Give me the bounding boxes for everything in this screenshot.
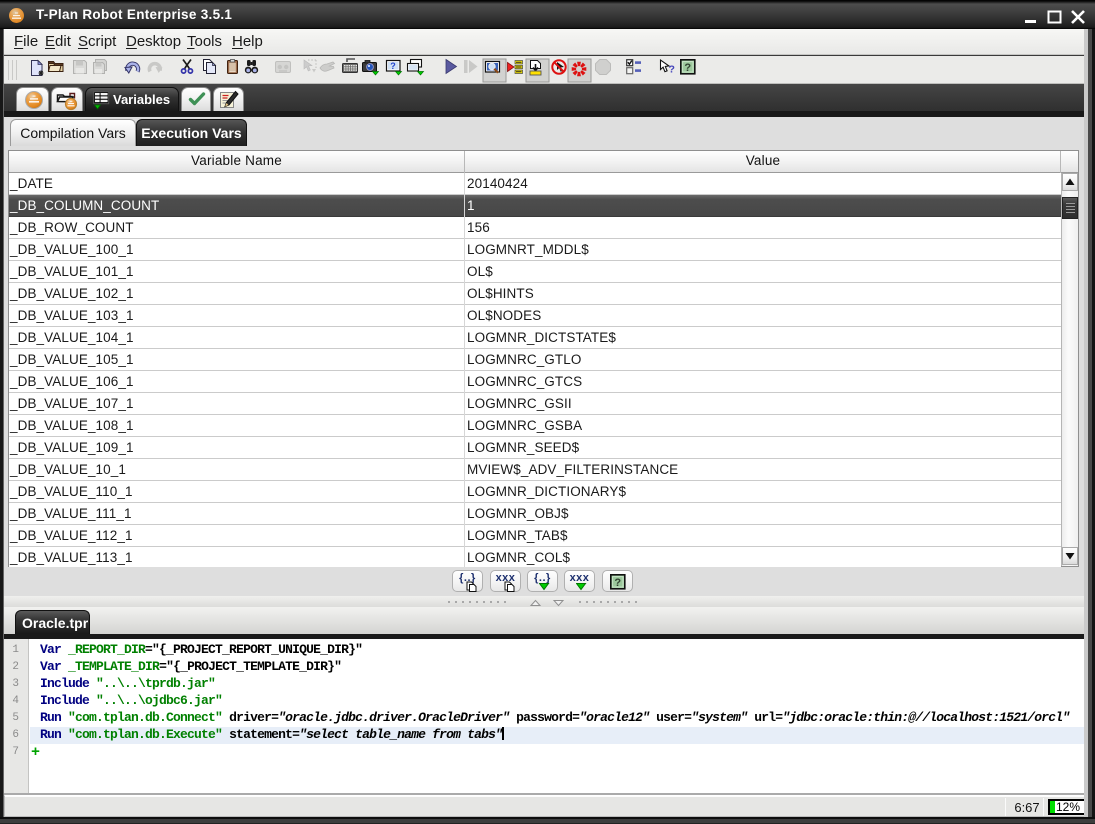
svg-text:?: ?	[390, 61, 396, 71]
svg-text:?: ?	[684, 63, 691, 75]
svg-text:?: ?	[614, 578, 621, 590]
svg-text:?: ?	[669, 64, 675, 76]
